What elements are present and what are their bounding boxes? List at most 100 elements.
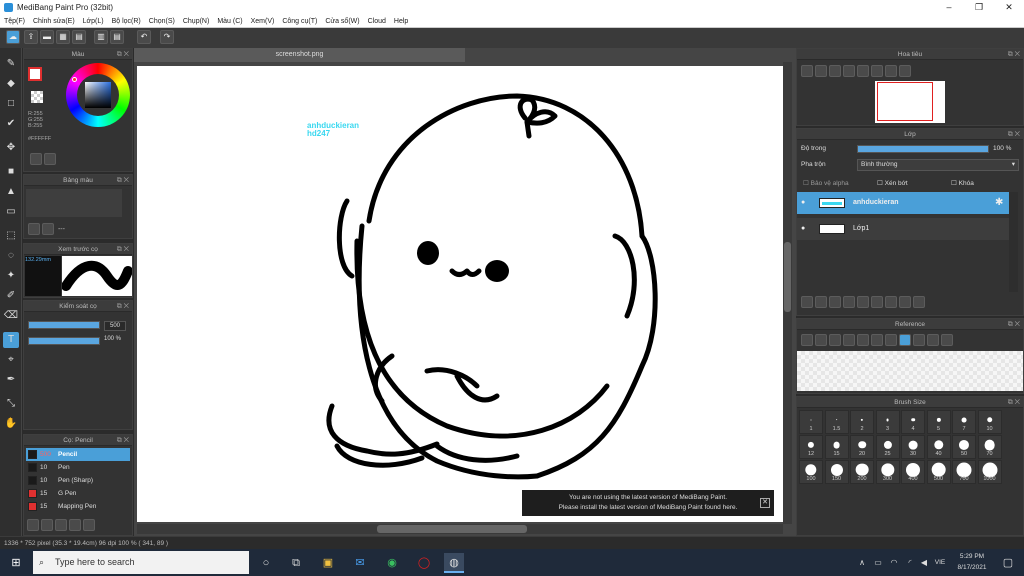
rotate-reset-icon[interactable]	[871, 65, 883, 77]
menu-snap[interactable]: Chụp(N)	[179, 18, 213, 25]
task-view-icon[interactable]: ○	[256, 553, 276, 573]
shape-tool-icon[interactable]: ■	[3, 164, 19, 180]
blend-mode-select[interactable]: Bình thường ▾	[857, 159, 1019, 171]
brush-size-cell[interactable]: 30	[901, 435, 925, 459]
new-palette-icon[interactable]	[28, 223, 40, 235]
brush-size-slider[interactable]	[28, 321, 100, 329]
layer-row[interactable]: ● anhduckieran ✱	[797, 192, 1009, 214]
brush-size-cell[interactable]: 300	[875, 460, 900, 484]
layer-opacity-slider[interactable]	[857, 145, 989, 153]
zoom-out-icon[interactable]	[815, 65, 827, 77]
eyedropper-icon[interactable]: ✒	[3, 372, 19, 388]
maximize-button[interactable]: ❐	[964, 2, 994, 13]
panel-close-icon[interactable]: ⧉ ✕	[1008, 129, 1020, 140]
coccoc-browser-icon[interactable]: ◉	[382, 553, 402, 573]
ref-open-icon[interactable]	[815, 334, 827, 346]
brush-settings-icon[interactable]	[69, 519, 81, 531]
actual-size-icon[interactable]	[843, 65, 855, 77]
ref-fit-icon[interactable]	[857, 334, 869, 346]
brush-size-cell[interactable]: 12	[799, 435, 823, 459]
panel-close-icon[interactable]: ⧉ ✕	[1008, 49, 1020, 60]
navigator-thumbnail[interactable]	[875, 81, 945, 123]
new-halftone-layer-icon[interactable]	[815, 296, 827, 308]
panel-close-icon[interactable]: ⧉ ✕	[117, 301, 129, 312]
notice-close-icon[interactable]: ✕	[760, 498, 770, 508]
close-button[interactable]: ✕	[994, 2, 1024, 13]
brush-size-cell[interactable]: 50	[952, 435, 976, 459]
brush-size-cell[interactable]: 400	[901, 460, 925, 484]
panel-close-icon[interactable]: ⧉ ✕	[117, 49, 129, 60]
layer-menu-icon[interactable]	[857, 296, 869, 308]
brush-item[interactable]: 10 Pen (Sharp)	[26, 474, 130, 487]
lock-checkbox[interactable]: ☐ Khóa	[951, 179, 974, 187]
ref-close-icon[interactable]	[829, 334, 841, 346]
brush-tool-icon[interactable]: ✎	[3, 56, 19, 72]
select-check-icon[interactable]: ✔	[3, 116, 19, 132]
new-1bit-layer-icon[interactable]	[843, 296, 855, 308]
brush-item[interactable]: 500 Pencil	[26, 448, 130, 461]
rotate-left-icon[interactable]	[857, 65, 869, 77]
brush-item[interactable]: 15 G Pen	[26, 487, 130, 500]
lasso-tool-icon[interactable]: ◌	[3, 248, 19, 264]
update-notice[interactable]: You are not using the latest version of …	[522, 490, 774, 516]
brush-size-cell[interactable]: 10	[977, 410, 1002, 434]
menu-edit[interactable]: Chỉnh sửa(E)	[29, 18, 79, 25]
panel-close-icon[interactable]: ⧉ ✕	[1008, 319, 1020, 330]
brush-size-cell[interactable]: 3	[875, 410, 900, 434]
brush-size-cell[interactable]: 500	[926, 460, 951, 484]
redo-icon[interactable]: ↷	[160, 30, 174, 44]
undo-icon[interactable]: ↶	[137, 30, 151, 44]
ref-rotate-right-icon[interactable]	[941, 334, 953, 346]
flip-icon[interactable]	[899, 65, 911, 77]
brush-size-cell[interactable]: 700	[952, 460, 976, 484]
menu-color[interactable]: Màu (C)	[213, 18, 246, 25]
panel-close-icon[interactable]: ⧉ ✕	[1008, 397, 1020, 408]
brush-size-cell[interactable]: 15	[824, 435, 849, 459]
eraser-tool-icon[interactable]: ◆	[3, 76, 19, 92]
ref-rotate-left-icon[interactable]	[913, 334, 925, 346]
cloud-icon[interactable]: ☁	[6, 30, 20, 44]
rotate-right-icon[interactable]	[885, 65, 897, 77]
copy-brush-icon[interactable]	[41, 519, 53, 531]
brush-item[interactable]: 10 Pen	[26, 461, 130, 474]
menu-tools[interactable]: Công cụ(T)	[278, 18, 321, 25]
ref-zoom-in-icon[interactable]	[843, 334, 855, 346]
brush-size-cell[interactable]: 2	[850, 410, 874, 434]
marquee-tool-icon[interactable]: ⬚	[3, 228, 19, 244]
brush-menu-icon[interactable]	[55, 519, 67, 531]
store-icon[interactable]: ▣	[318, 553, 338, 573]
ref-cloud-icon[interactable]	[801, 334, 813, 346]
delete-palette-icon[interactable]	[42, 223, 54, 235]
move-tool-icon[interactable]: ✥	[3, 140, 19, 156]
panel-toggle-icon[interactable]: ▥	[94, 30, 108, 44]
color-picker-icon[interactable]	[44, 153, 56, 165]
gear-icon[interactable]: ✱	[995, 192, 1003, 214]
menu-help[interactable]: Help	[390, 18, 412, 25]
divide-tool-icon[interactable]: ⌖	[3, 352, 19, 368]
brush-folder-icon[interactable]	[83, 519, 95, 531]
menu-cloud[interactable]: Cloud	[364, 18, 390, 25]
opera-icon[interactable]: ◯	[414, 553, 434, 573]
dot-tool-icon[interactable]: □	[3, 96, 19, 112]
clipping-checkbox[interactable]: ☐ Xén bớt	[877, 179, 908, 187]
mail-icon[interactable]: ✉	[350, 553, 370, 573]
brush-size-cell[interactable]: 200	[850, 460, 874, 484]
new-8bit-layer-icon[interactable]	[829, 296, 841, 308]
brush-size-cell[interactable]: 40	[926, 435, 951, 459]
brush-size-cell[interactable]: 150	[824, 460, 849, 484]
brush-size-cell[interactable]: 7	[952, 410, 976, 434]
brush-size-cell[interactable]: 1.5	[824, 410, 849, 434]
ref-eyedropper-icon[interactable]	[885, 334, 897, 346]
panel-close-icon[interactable]: ⧉ ✕	[117, 244, 129, 255]
brush-size-cell[interactable]: 70	[977, 435, 1002, 459]
protect-alpha-checkbox[interactable]: ☐ Bảo vệ alpha	[803, 179, 849, 187]
bucket-tool-icon[interactable]: ▲	[3, 184, 19, 200]
brush-size-cell[interactable]: 25	[875, 435, 900, 459]
language-indicator[interactable]: VIE	[930, 553, 950, 573]
fit-icon[interactable]	[829, 65, 841, 77]
menu-select[interactable]: Chọn(S)	[145, 18, 179, 25]
zoom-in-icon[interactable]	[801, 65, 813, 77]
horizontal-scrollbar[interactable]	[137, 524, 783, 534]
eye-icon[interactable]: ●	[801, 192, 805, 214]
vertical-scrollbar[interactable]	[783, 62, 792, 524]
